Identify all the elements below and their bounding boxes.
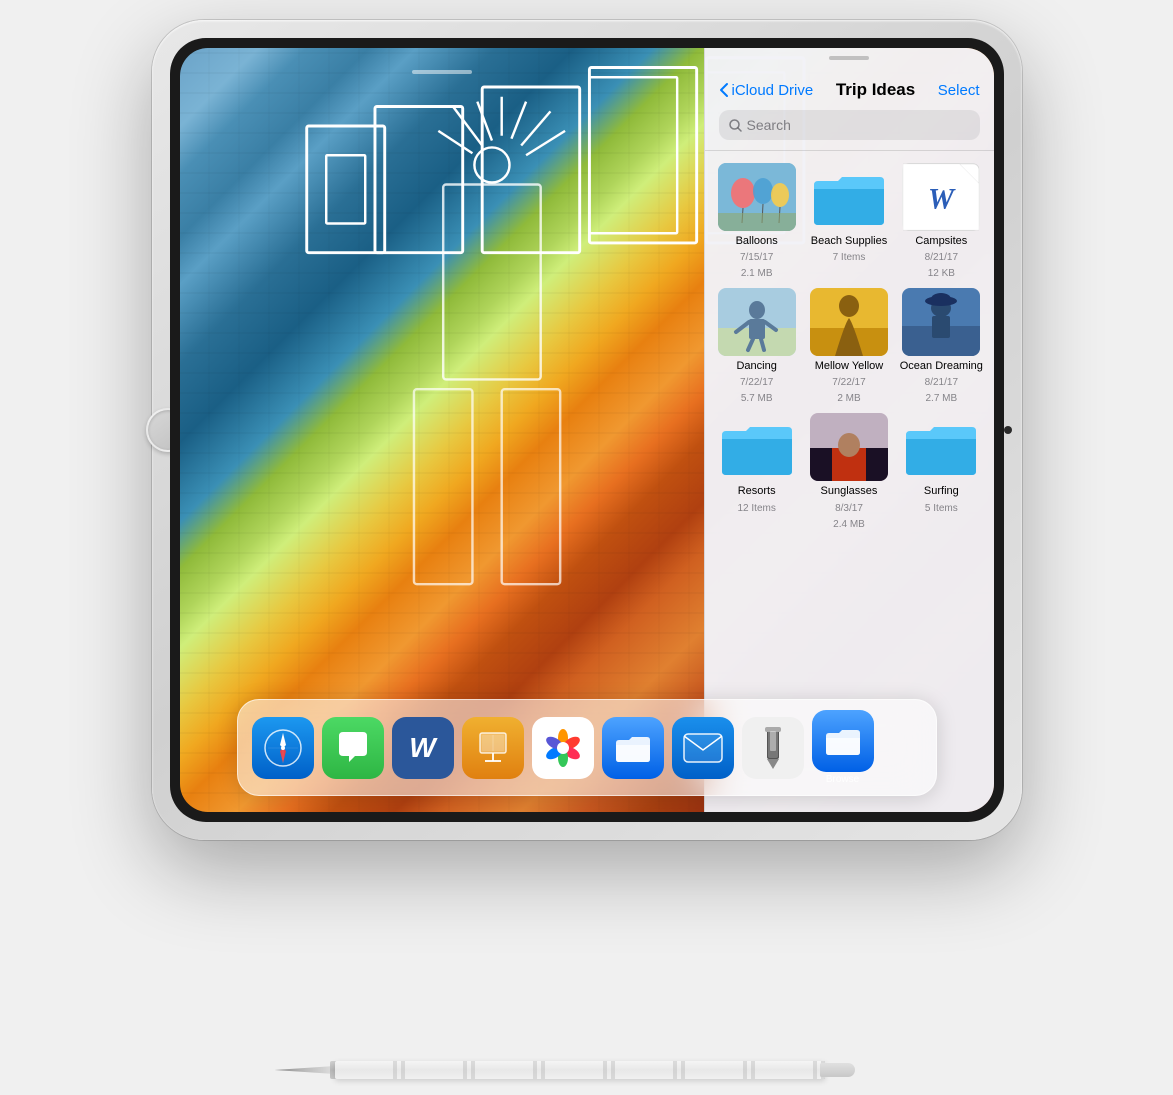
- surfing-name: Surfing: [924, 485, 959, 498]
- dock-app-mail[interactable]: [672, 717, 734, 779]
- dock-app-keynote[interactable]: [462, 717, 524, 779]
- file-item-beach[interactable]: Beach Supplies 7 Items: [807, 163, 891, 280]
- campsites-name: Campsites: [915, 235, 967, 248]
- mellow-size: 2 MB: [837, 393, 860, 405]
- mellow-image: [810, 288, 888, 356]
- surfing-folder-icon: [902, 413, 980, 481]
- balloons-thumb: [718, 163, 796, 231]
- pencil-bands: [335, 1061, 825, 1079]
- photos-pinwheel-icon: [539, 724, 587, 772]
- campsites-date: 8/21/17: [925, 252, 958, 264]
- files-nav: iCloud Drive Trip Ideas Select: [719, 80, 980, 100]
- file-item-resorts[interactable]: Resorts 12 Items: [715, 413, 799, 530]
- dancing-thumb: [718, 288, 796, 356]
- balloons-image: [718, 163, 796, 231]
- folder-svg: [810, 167, 888, 227]
- file-item-ocean[interactable]: Ocean Dreaming 8/21/17 2.7 MB: [899, 288, 983, 405]
- screen: iCloud Drive Trip Ideas Select Search: [180, 48, 994, 812]
- sunglasses-image: [810, 413, 888, 481]
- files-grid: Balloons 7/15/17 2.1 MB: [705, 151, 994, 543]
- surfing-size: 5 Items: [925, 503, 958, 515]
- front-camera: [1004, 426, 1012, 434]
- file-item-sunglasses[interactable]: Sunglasses 8/3/17 2.4 MB: [807, 413, 891, 530]
- svg-text:W: W: [928, 184, 956, 216]
- messages-bubble-icon: [333, 728, 373, 768]
- pencil-tip: [275, 1066, 335, 1074]
- markup-pen-icon: [755, 727, 791, 769]
- sunglasses-size: 2.4 MB: [833, 519, 865, 531]
- pencil-body-container: [275, 1061, 855, 1079]
- dock-app-word[interactable]: W: [392, 717, 454, 779]
- dock-app-messages[interactable]: [322, 717, 384, 779]
- apple-pencil: [275, 1045, 875, 1095]
- mellow-thumb: [810, 288, 888, 356]
- dock-app-safari[interactable]: [252, 717, 314, 779]
- file-item-campsites[interactable]: W Campsites 8/21/17 12 KB: [899, 163, 983, 280]
- dancing-date: 7/22/17: [740, 377, 773, 389]
- resorts-size: 12 Items: [737, 503, 775, 515]
- ocean-image: [902, 288, 980, 356]
- beach-folder-icon: [810, 163, 888, 231]
- pencil-main-body: [335, 1061, 825, 1079]
- top-bar: [180, 48, 704, 88]
- dock-app-browse-container: Browse: [812, 710, 874, 785]
- mellow-date: 7/22/17: [832, 377, 865, 389]
- back-button[interactable]: iCloud Drive: [719, 82, 814, 99]
- file-item-dancing[interactable]: Dancing 7/22/17 5.7 MB: [715, 288, 799, 405]
- files-header: iCloud Drive Trip Ideas Select Search: [705, 60, 994, 151]
- ocean-name: Ocean Dreaming: [900, 360, 983, 373]
- browse-folder-icon: [823, 722, 863, 760]
- balloons-size: 2.1 MB: [741, 268, 773, 280]
- chevron-left-icon: [719, 82, 729, 98]
- files-panel: iCloud Drive Trip Ideas Select Search: [704, 48, 994, 812]
- status-pill: [412, 70, 472, 74]
- balloons-date: 7/15/17: [740, 252, 773, 264]
- back-label: iCloud Drive: [732, 82, 814, 99]
- scene: iCloud Drive Trip Ideas Select Search: [87, 20, 1087, 980]
- ocean-date: 8/21/17: [925, 377, 958, 389]
- resorts-name: Resorts: [738, 485, 776, 498]
- file-item-mellow[interactable]: Mellow Yellow 7/22/17 2 MB: [807, 288, 891, 405]
- safari-compass-icon: [262, 727, 304, 769]
- dancing-size: 5.7 MB: [741, 393, 773, 405]
- files-folder-icon: [613, 729, 653, 767]
- dock-app-photos[interactable]: [532, 717, 594, 779]
- balloons-name: Balloons: [736, 235, 778, 248]
- campsites-thumb: W: [902, 163, 980, 231]
- dock: W: [237, 699, 937, 796]
- sunglasses-date: 8/3/17: [835, 503, 863, 515]
- mellow-name: Mellow Yellow: [815, 360, 883, 373]
- search-icon: [729, 119, 742, 132]
- beach-size: 7 Items: [833, 252, 866, 264]
- resorts-folder-svg: [718, 417, 796, 477]
- mail-envelope-icon: [682, 732, 724, 764]
- campsites-size: 12 KB: [928, 268, 955, 280]
- search-bar[interactable]: Search: [719, 110, 980, 140]
- folder-title: Trip Ideas: [813, 80, 938, 100]
- keynote-presenter-icon: [472, 727, 514, 769]
- dock-app-files[interactable]: [602, 717, 664, 779]
- dancing-name: Dancing: [736, 360, 776, 373]
- ocean-thumb: [902, 288, 980, 356]
- sunglasses-name: Sunglasses: [821, 485, 878, 498]
- file-item-surfing[interactable]: Surfing 5 Items: [899, 413, 983, 530]
- dock-app-browse[interactable]: [812, 710, 874, 772]
- search-placeholder: Search: [747, 117, 791, 133]
- dock-container: W: [237, 699, 937, 796]
- word-doc-image: W: [903, 163, 979, 231]
- ocean-size: 2.7 MB: [925, 393, 957, 405]
- select-button[interactable]: Select: [938, 82, 980, 99]
- ipad-frame: iCloud Drive Trip Ideas Select Search: [152, 20, 1022, 840]
- ipad-inner: iCloud Drive Trip Ideas Select Search: [170, 38, 1004, 822]
- file-item-balloons[interactable]: Balloons 7/15/17 2.1 MB: [715, 163, 799, 280]
- pencil-cap: [820, 1063, 855, 1077]
- sunglasses-thumb: [810, 413, 888, 481]
- dock-app-markup[interactable]: [742, 717, 804, 779]
- surfing-folder-svg: [902, 417, 980, 477]
- browse-label: Browse: [826, 774, 859, 785]
- dancing-image: [718, 288, 796, 356]
- resorts-folder-icon: [718, 413, 796, 481]
- beach-name: Beach Supplies: [811, 235, 887, 248]
